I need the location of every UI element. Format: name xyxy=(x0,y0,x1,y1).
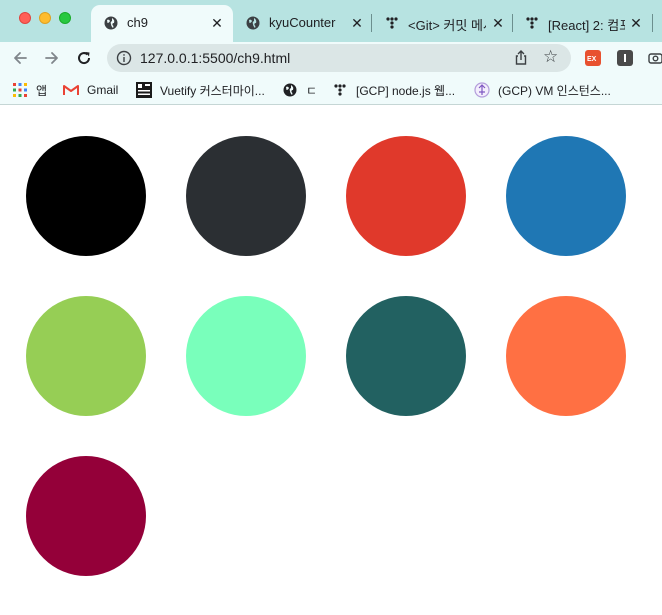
share-icon[interactable] xyxy=(512,49,530,67)
close-tab-icon[interactable]: ✕ xyxy=(209,14,225,32)
address-bar[interactable]: 127.0.0.1:5500/ch9.html ☆ xyxy=(107,44,571,72)
window-zoom-button[interactable] xyxy=(59,12,71,24)
bookmark-d[interactable]: ㄷ xyxy=(282,81,317,99)
bookmark-star-icon[interactable]: ☆ xyxy=(543,47,558,67)
info-icon[interactable] xyxy=(116,50,132,66)
apps-grid-icon xyxy=(12,82,28,98)
close-tab-icon[interactable]: ✕ xyxy=(349,14,365,32)
bookmark-label: Vuetify 커스터마이... xyxy=(160,83,265,98)
page-content xyxy=(0,106,662,615)
dark-extension-icon[interactable] xyxy=(617,50,633,66)
tab-separator xyxy=(652,14,653,32)
circle-lime xyxy=(26,296,146,416)
bookmark-label: (GCP) VM 인스턴스... xyxy=(498,83,611,98)
circle-crimson xyxy=(26,456,146,576)
bookmark-apps[interactable]: 앱 xyxy=(12,81,47,99)
circle-red xyxy=(346,136,466,256)
tab-title: [React] 2: 컴포 xyxy=(548,18,625,33)
close-tab-icon[interactable]: ✕ xyxy=(628,14,644,32)
bookmark-gcp-vm[interactable]: (GCP) VM 인스턴스... xyxy=(474,81,611,99)
bookmarks-bar: 앱 Gmail Vuetify 커스터마이... ㄷ [GCP] node.js… xyxy=(0,75,662,105)
window-minimize-button[interactable] xyxy=(39,12,51,24)
bookmark-gmail[interactable]: Gmail xyxy=(63,81,118,99)
circle-orange xyxy=(506,296,626,416)
close-tab-icon[interactable]: ✕ xyxy=(490,14,506,32)
bookmark-gcp-node[interactable]: [GCP] node.js 웹... xyxy=(332,81,455,99)
bookmark-label: 앱 xyxy=(36,83,48,98)
tab-title: <Git> 커밋 메시 xyxy=(408,18,486,33)
tab-react[interactable]: [React] 2: 컴포 ✕ xyxy=(512,5,662,42)
tab-kyucounter[interactable]: kyuCounter ✕ xyxy=(233,5,369,42)
camera-extension-icon[interactable] xyxy=(648,50,662,66)
circle-mint xyxy=(186,296,306,416)
circle-blue xyxy=(506,136,626,256)
bookmark-label: ㄷ xyxy=(306,83,318,98)
circle-black xyxy=(26,136,146,256)
devlab-icon xyxy=(136,82,152,98)
circle-dark-gray xyxy=(186,136,306,256)
reload-icon[interactable] xyxy=(72,46,96,70)
tab-title: kyuCounter xyxy=(269,15,336,30)
dots-icon xyxy=(524,15,540,31)
badge-icon xyxy=(474,82,490,98)
dots-icon xyxy=(332,82,348,98)
url-text[interactable]: 127.0.0.1:5500/ch9.html xyxy=(140,50,290,66)
tab-strip: ch9 ✕ kyuCounter ✕ <Git> 커밋 메시 ✕ [React]… xyxy=(0,0,662,42)
tab-ch9[interactable]: ch9 ✕ xyxy=(91,5,233,42)
browser-toolbar: 127.0.0.1:5500/ch9.html ☆ EX xyxy=(0,42,662,75)
dots-icon xyxy=(384,15,400,31)
globe-icon xyxy=(245,15,261,31)
globe-icon xyxy=(103,15,119,31)
bookmark-vuetify[interactable]: Vuetify 커스터마이... xyxy=(136,81,265,99)
globe-icon xyxy=(282,82,298,98)
forward-arrow-icon[interactable] xyxy=(40,46,64,70)
svg-text:EX: EX xyxy=(587,56,597,63)
ex-extension-icon[interactable]: EX xyxy=(585,50,601,66)
back-arrow-icon[interactable] xyxy=(8,46,32,70)
bookmark-label: Gmail xyxy=(87,83,119,97)
tab-git-commit[interactable]: <Git> 커밋 메시 ✕ xyxy=(372,5,512,42)
gmail-icon xyxy=(63,82,79,98)
bookmark-label: [GCP] node.js 웹... xyxy=(356,83,456,98)
window-close-button[interactable] xyxy=(19,12,31,24)
tab-title: ch9 xyxy=(127,15,148,30)
circle-teal xyxy=(346,296,466,416)
